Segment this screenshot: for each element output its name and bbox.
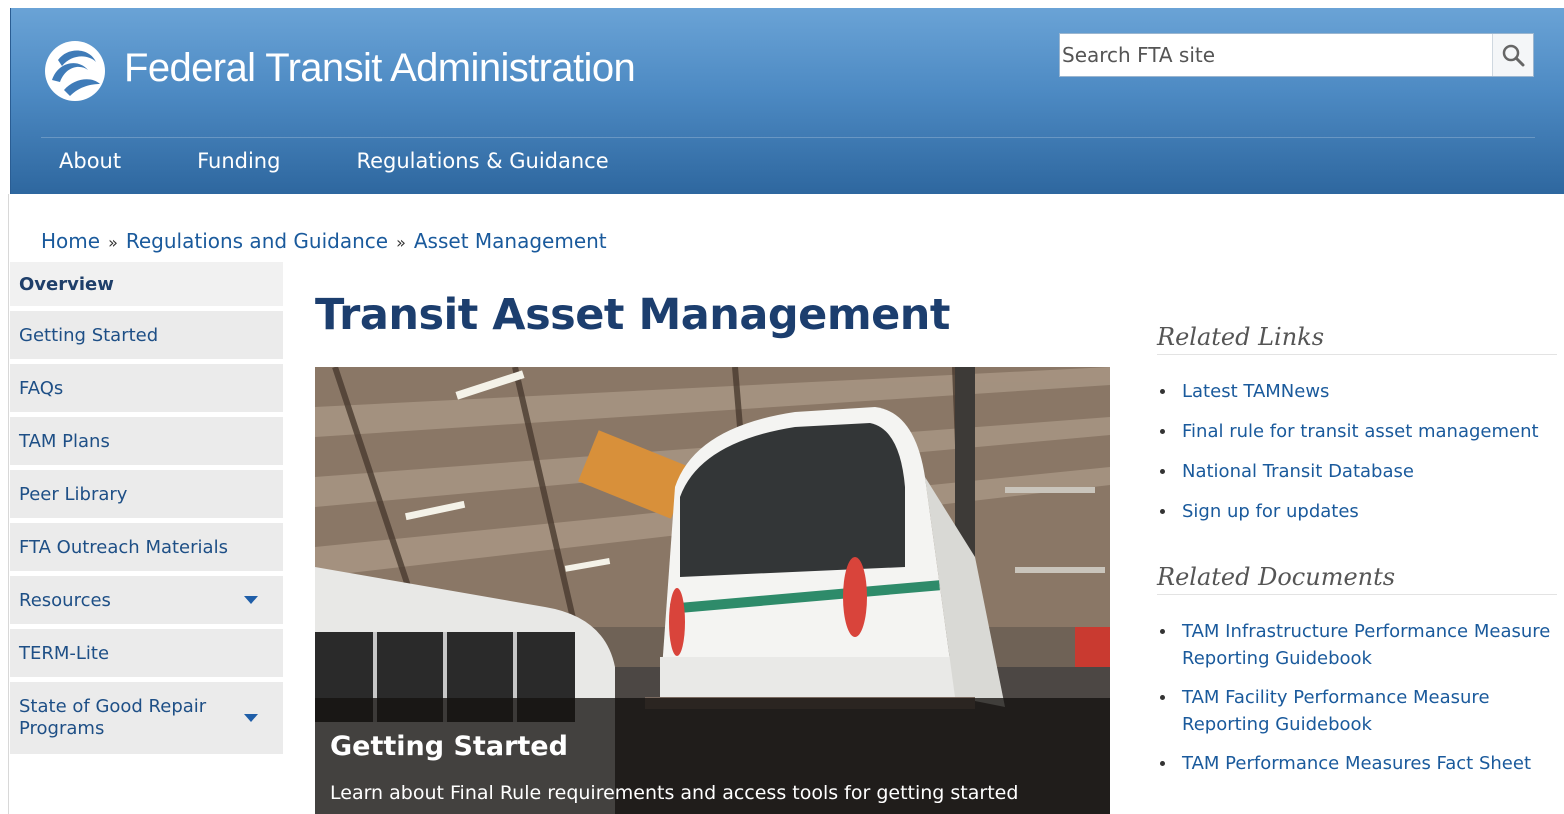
sidebar-border [8,194,9,814]
related-documents-list: TAM Infrastructure Performance Measure Re… [1160,618,1550,777]
sidebar-item-label: Peer Library [19,483,128,505]
link-sign-up-updates[interactable]: Sign up for updates [1182,501,1359,522]
caret-down-icon[interactable] [244,596,258,604]
breadcrumb-regulations[interactable]: Regulations and Guidance [126,229,388,253]
doc-facility-guidebook[interactable]: TAM Facility Performance Measure Reportin… [1182,687,1490,735]
related-links-list: Latest TAMNews Final rule for transit as… [1160,378,1539,525]
link-latest-tamnews[interactable]: Latest TAMNews [1182,381,1329,402]
doc-performance-fact-sheet[interactable]: TAM Performance Measures Fact Sheet [1182,753,1531,774]
doc-title-line: Reporting Guidebook [1182,714,1372,735]
doc-title-line: TAM Performance Measures Fact Sheet [1182,753,1531,774]
sidebar-item-label: State of Good Repair Programs [19,696,207,739]
doc-infrastructure-guidebook[interactable]: TAM Infrastructure Performance Measure Re… [1182,621,1550,669]
sidebar-item-faqs[interactable]: FAQs [10,364,283,412]
bullet-icon [1160,629,1165,634]
sidebar-item-overview[interactable]: Overview [10,262,283,306]
sidebar-item-term-lite[interactable]: TERM-Lite [10,629,283,677]
sidebar-item-label: FAQs [19,377,64,399]
link-national-transit-database[interactable]: National Transit Database [1182,461,1414,482]
doc-title-line: TAM Infrastructure Performance Measure [1182,621,1551,642]
caret-down-icon[interactable] [244,714,258,722]
hero-text: Learn about Final Rule requirements and … [330,782,1019,804]
doc-title-line: Reporting Guidebook [1182,648,1372,669]
sidebar-item-label: Getting Started [19,324,159,346]
related-links-rule [1157,354,1557,355]
breadcrumb-asset-management[interactable]: Asset Management [414,229,607,253]
breadcrumb-home[interactable]: Home [41,229,100,253]
sidebar-item-label: Overview [19,273,114,295]
page-title: Transit Asset Management [315,290,950,340]
search-box [1059,33,1534,77]
header-divider [41,137,1535,138]
related-documents-heading: Related Documents [1157,563,1396,591]
hero-caption: Getting Started Learn about Final Rule r… [315,698,1110,814]
magnifier-icon [1502,44,1525,67]
bullet-icon [1160,509,1165,514]
list-item: TAM Performance Measures Fact Sheet [1160,750,1550,777]
sidebar-item-peer-library[interactable]: Peer Library [10,470,283,518]
sidebar-item-outreach-materials[interactable]: FTA Outreach Materials [10,523,283,571]
sidebar-item-getting-started[interactable]: Getting Started [10,311,283,359]
sidebar-item-tam-plans[interactable]: TAM Plans [10,417,283,465]
link-final-rule[interactable]: Final rule for transit asset management [1182,421,1539,442]
sidebar-item-label: TAM Plans [19,430,110,452]
related-links-heading: Related Links [1157,323,1325,351]
sidebar-item-resources[interactable]: Resources [10,576,283,624]
site-header: Federal Transit Administration About Fun… [10,8,1564,194]
nav-about[interactable]: About [59,144,121,192]
related-documents-rule [1157,594,1557,595]
list-item: TAM Infrastructure Performance Measure Re… [1160,618,1550,672]
bullet-icon [1160,469,1165,474]
bullet-icon [1160,695,1165,700]
bullet-icon [1160,389,1165,394]
site-title[interactable]: Federal Transit Administration [124,46,636,91]
search-input[interactable] [1060,34,1492,76]
nav-funding[interactable]: Funding [197,144,280,192]
list-item: TAM Facility Performance Measure Reportin… [1160,684,1550,738]
hero-banner[interactable]: Getting Started Learn about Final Rule r… [315,367,1110,814]
breadcrumb-separator: » [396,233,406,252]
breadcrumb: Home » Regulations and Guidance » Asset Mana… [41,229,607,253]
nav-regulations-guidance[interactable]: Regulations & Guidance [356,144,608,192]
main-nav: About Funding Regulations & Guidance [59,144,685,192]
list-item: Sign up for updates [1160,498,1539,525]
search-button[interactable] [1492,34,1533,76]
bullet-icon [1160,429,1165,434]
list-item: Latest TAMNews [1160,378,1539,405]
doc-title-line: TAM Facility Performance Measure [1182,687,1490,708]
breadcrumb-separator: » [108,233,118,252]
sidebar-nav: Overview Getting Started FAQs TAM Plans … [10,262,283,759]
sidebar-item-label: FTA Outreach Materials [19,536,228,558]
sidebar-item-label: Resources [19,589,111,611]
list-item: Final rule for transit asset management [1160,418,1539,445]
bullet-icon [1160,761,1165,766]
hero-heading[interactable]: Getting Started [330,731,568,762]
list-item: National Transit Database [1160,458,1539,485]
fta-logo-icon[interactable] [44,40,106,102]
sidebar-item-state-of-good-repair[interactable]: State of Good Repair Programs [10,682,283,754]
sidebar-item-label: TERM-Lite [19,642,110,664]
